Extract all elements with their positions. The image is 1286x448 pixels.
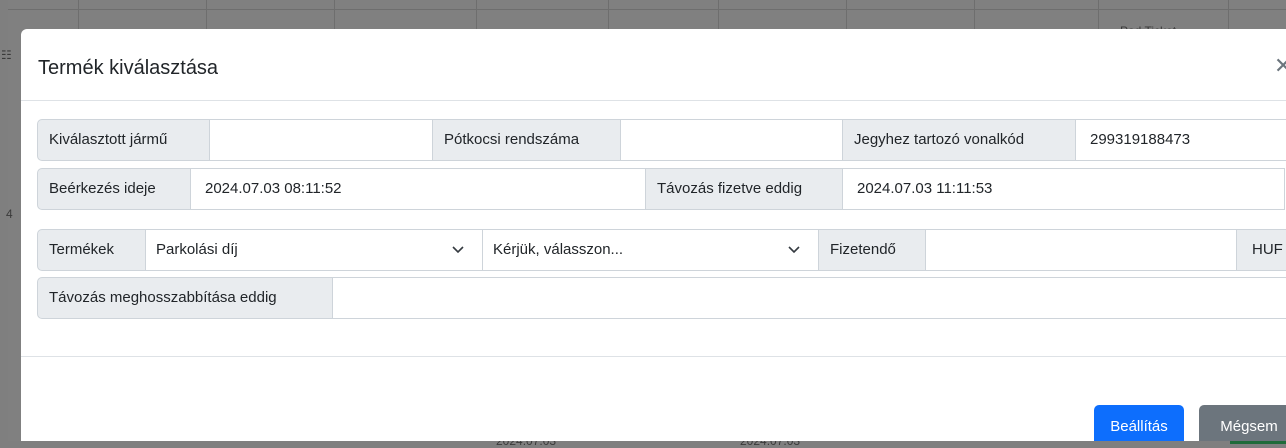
apply-button[interactable]: Beállítás xyxy=(1094,405,1184,441)
extend-row: Távozás meghosszabbítása eddig xyxy=(37,277,1286,319)
product-select-modal: Termék kiválasztása ✕ Kiválasztott jármű… xyxy=(21,29,1286,441)
currency-label: HUF xyxy=(1236,229,1286,271)
products-label: Termékek xyxy=(37,229,146,271)
background-row-number: 4 xyxy=(6,207,13,221)
cancel-button[interactable]: Mégsem xyxy=(1199,405,1286,441)
modal-header: Termék kiválasztása ✕ xyxy=(21,29,1286,101)
option-select[interactable]: Kérjük, válasszon... xyxy=(482,229,819,271)
option-select-value: Kérjük, válasszon... xyxy=(493,241,624,258)
background-list-icon: ☷ xyxy=(1,48,12,62)
trailer-plate-label: Pótkocsi rendszáma xyxy=(432,119,621,161)
extend-until-input[interactable] xyxy=(332,277,1286,319)
barcode-label: Jegyhez tartozó vonalkód xyxy=(842,119,1076,161)
vehicle-label: Kiválasztott jármű xyxy=(37,119,210,161)
modal-footer: Beállítás Mégsem xyxy=(21,356,1286,441)
paid-until-label: Távozás fizetve eddig xyxy=(645,168,843,210)
modal-title: Termék kiválasztása xyxy=(38,57,219,79)
arrival-time-input[interactable]: 2024.07.03 08:11:52 xyxy=(190,168,646,210)
barcode-input[interactable]: 299319188473 xyxy=(1075,119,1286,161)
product-select[interactable]: Parkolási díj xyxy=(145,229,483,271)
vehicle-info-row: Kiválasztott jármű Pótkocsi rendszáma Je… xyxy=(37,119,1286,161)
product-select-value: Parkolási díj xyxy=(156,241,238,258)
extend-until-label: Távozás meghosszabbítása eddig xyxy=(37,277,333,319)
time-info-row: Beérkezés ideje 2024.07.03 08:11:52 Távo… xyxy=(37,168,1286,210)
close-icon[interactable]: ✕ xyxy=(1274,53,1286,79)
arrival-time-label: Beérkezés ideje xyxy=(37,168,191,210)
vehicle-input[interactable] xyxy=(209,119,433,161)
payable-input[interactable] xyxy=(925,229,1237,271)
paid-until-input[interactable]: 2024.07.03 11:11:53 xyxy=(842,168,1285,210)
payable-label: Fizetendő xyxy=(818,229,926,271)
trailer-plate-input[interactable] xyxy=(620,119,843,161)
product-row: Termékek Parkolási díj Kérjük, válasszon… xyxy=(37,229,1286,271)
